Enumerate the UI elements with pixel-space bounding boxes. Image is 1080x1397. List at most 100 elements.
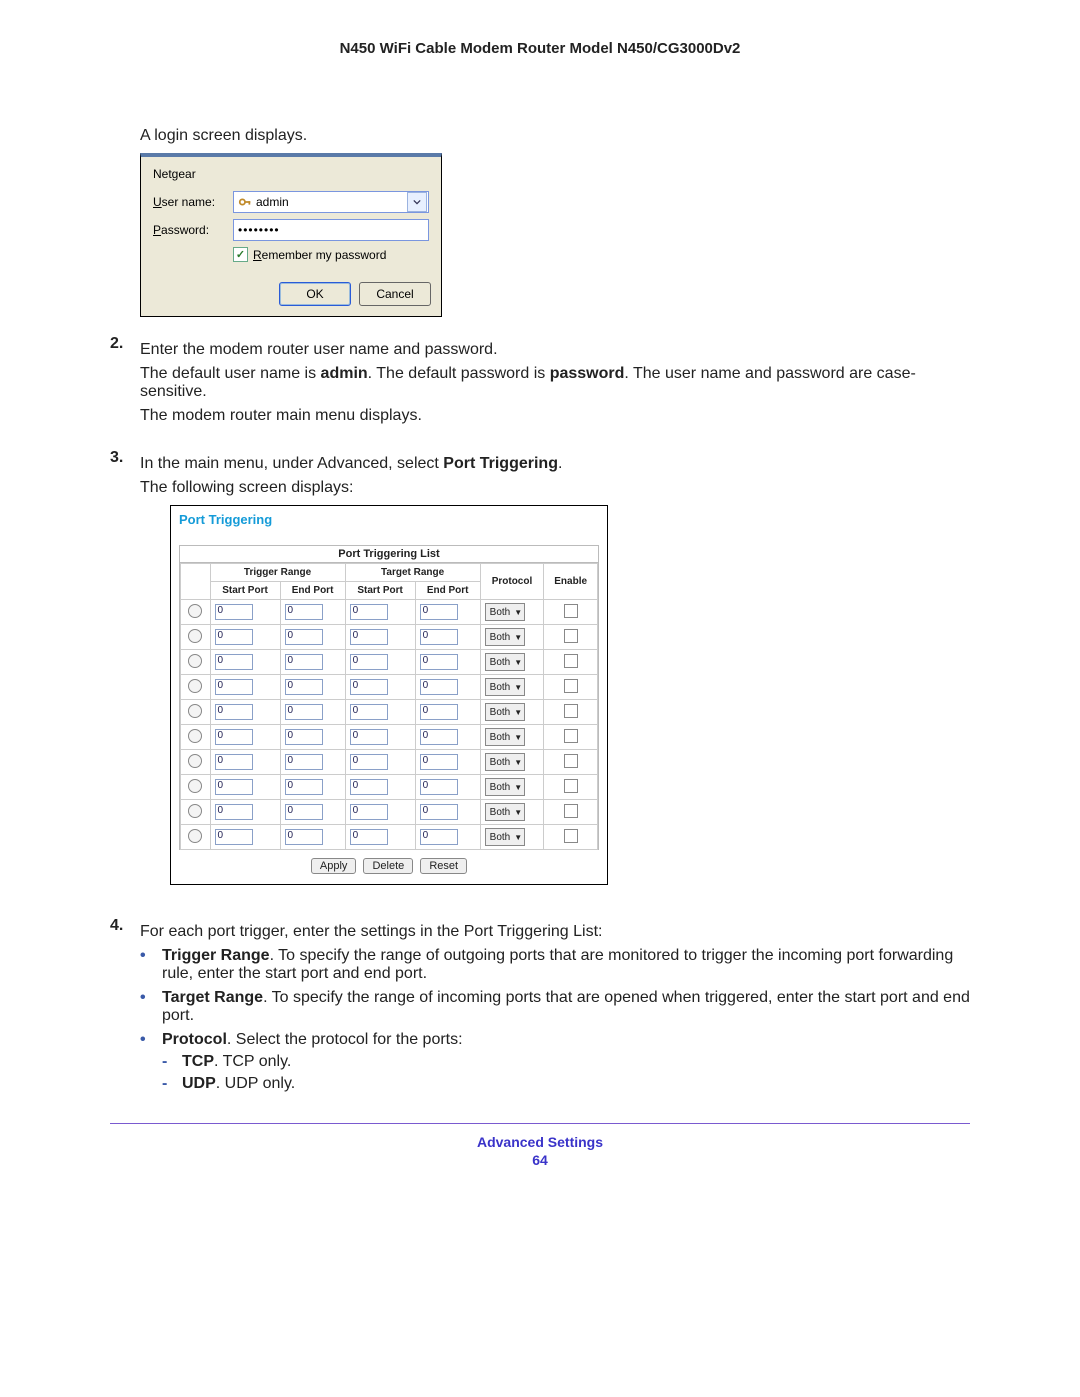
- pt-trigger-end-input[interactable]: 0: [285, 629, 323, 645]
- pt-enable-checkbox[interactable]: [564, 679, 578, 693]
- pt-delete-button[interactable]: Delete: [363, 858, 413, 874]
- pt-row: 0 0 0 0 Both▼: [181, 600, 598, 625]
- pt-target-start-input[interactable]: 0: [350, 654, 388, 670]
- pt-trigger-end-input[interactable]: 0: [285, 604, 323, 620]
- step2-line3: The modem router main menu displays.: [140, 407, 970, 425]
- username-value: admin: [256, 195, 289, 209]
- pt-row-radio[interactable]: [188, 754, 202, 768]
- ok-button[interactable]: OK: [279, 282, 351, 306]
- pt-enable-checkbox[interactable]: [564, 754, 578, 768]
- pt-target-end-input[interactable]: 0: [420, 679, 458, 695]
- step3-line2: The following screen displays:: [140, 479, 970, 497]
- pt-protocol-select[interactable]: Both▼: [485, 703, 526, 721]
- pt-reset-button[interactable]: Reset: [420, 858, 467, 874]
- pt-enable-checkbox[interactable]: [564, 829, 578, 843]
- chevron-down-icon: ▼: [514, 708, 522, 717]
- username-dropdown-icon[interactable]: [407, 192, 427, 212]
- chevron-down-icon: ▼: [514, 608, 522, 617]
- pt-target-end-input[interactable]: 0: [420, 829, 458, 845]
- dash-icon: -: [162, 1075, 182, 1093]
- pt-protocol-select[interactable]: Both▼: [485, 728, 526, 746]
- pt-row-radio[interactable]: [188, 804, 202, 818]
- pt-row-radio[interactable]: [188, 629, 202, 643]
- pt-target-end-input[interactable]: 0: [420, 629, 458, 645]
- pt-row-radio[interactable]: [188, 729, 202, 743]
- pt-trigger-start-input[interactable]: 0: [215, 679, 253, 695]
- username-input[interactable]: admin: [233, 191, 429, 213]
- pt-target-end-input[interactable]: 0: [420, 654, 458, 670]
- pt-apply-button[interactable]: Apply: [311, 858, 357, 874]
- pt-target-start-input[interactable]: 0: [350, 729, 388, 745]
- cancel-button[interactable]: Cancel: [359, 282, 431, 306]
- pt-target-end-input[interactable]: 0: [420, 779, 458, 795]
- pt-target-start-input[interactable]: 0: [350, 829, 388, 845]
- chevron-down-icon: ▼: [514, 733, 522, 742]
- pt-target-start-input[interactable]: 0: [350, 704, 388, 720]
- pt-row-radio[interactable]: [188, 779, 202, 793]
- step4-dash2: UDP. UDP only.: [182, 1075, 970, 1093]
- pt-trigger-end-input[interactable]: 0: [285, 829, 323, 845]
- pt-protocol-select[interactable]: Both▼: [485, 603, 526, 621]
- pt-target-start-input[interactable]: 0: [350, 679, 388, 695]
- pt-row: 0 0 0 0 Both▼: [181, 750, 598, 775]
- pt-enable-checkbox[interactable]: [564, 804, 578, 818]
- chevron-down-icon: ▼: [514, 808, 522, 817]
- pt-target-start-input[interactable]: 0: [350, 779, 388, 795]
- pt-enable-checkbox[interactable]: [564, 629, 578, 643]
- pt-enable-checkbox[interactable]: [564, 779, 578, 793]
- pt-row-radio[interactable]: [188, 679, 202, 693]
- login-dialog: Netgear User name: admin Passwor: [140, 153, 442, 317]
- pt-target-start-input[interactable]: 0: [350, 754, 388, 770]
- pt-protocol-select[interactable]: Both▼: [485, 653, 526, 671]
- pt-protocol-select[interactable]: Both▼: [485, 753, 526, 771]
- pt-trigger-start-input[interactable]: 0: [215, 829, 253, 845]
- pt-trigger-start-input[interactable]: 0: [215, 779, 253, 795]
- step3-line1: In the main menu, under Advanced, select…: [140, 455, 970, 473]
- pt-row-radio[interactable]: [188, 604, 202, 618]
- pt-target-end-input[interactable]: 0: [420, 804, 458, 820]
- pt-protocol-select[interactable]: Both▼: [485, 803, 526, 821]
- pt-target-start-input[interactable]: 0: [350, 804, 388, 820]
- pt-target-start-input[interactable]: 0: [350, 629, 388, 645]
- pt-trigger-end-input[interactable]: 0: [285, 729, 323, 745]
- bullet-icon: •: [140, 1031, 162, 1049]
- pt-protocol-select[interactable]: Both▼: [485, 678, 526, 696]
- pt-target-end-input[interactable]: 0: [420, 704, 458, 720]
- pt-trigger-end-input[interactable]: 0: [285, 754, 323, 770]
- pt-trigger-start-input[interactable]: 0: [215, 704, 253, 720]
- pt-target-start-input[interactable]: 0: [350, 604, 388, 620]
- pt-protocol-select[interactable]: Both▼: [485, 778, 526, 796]
- pt-trigger-end-input[interactable]: 0: [285, 654, 323, 670]
- pt-protocol-select[interactable]: Both▼: [485, 828, 526, 846]
- pt-enable-checkbox[interactable]: [564, 704, 578, 718]
- pt-trigger-start-input[interactable]: 0: [215, 604, 253, 620]
- pt-protocol-select[interactable]: Both▼: [485, 628, 526, 646]
- pt-trigger-start-input[interactable]: 0: [215, 654, 253, 670]
- pt-trigger-end-input[interactable]: 0: [285, 679, 323, 695]
- pt-enable-checkbox[interactable]: [564, 604, 578, 618]
- pt-trigger-start-input[interactable]: 0: [215, 629, 253, 645]
- step4-dash1: TCP. TCP only.: [182, 1053, 970, 1071]
- step4-line1: For each port trigger, enter the setting…: [140, 923, 970, 941]
- pt-target-end-input[interactable]: 0: [420, 729, 458, 745]
- pt-target-end-input[interactable]: 0: [420, 754, 458, 770]
- pt-trigger-end-input[interactable]: 0: [285, 804, 323, 820]
- pt-trigger-start-input[interactable]: 0: [215, 804, 253, 820]
- pt-row-radio[interactable]: [188, 829, 202, 843]
- remember-checkbox[interactable]: ✓: [233, 247, 248, 262]
- pt-target-end-input[interactable]: 0: [420, 604, 458, 620]
- pt-trigger-end-input[interactable]: 0: [285, 704, 323, 720]
- remember-label: Remember my password: [253, 248, 386, 262]
- pt-trigger-end-input[interactable]: 0: [285, 779, 323, 795]
- pt-row-radio[interactable]: [188, 704, 202, 718]
- step4-number: 4.: [110, 917, 140, 1093]
- password-value: ••••••••: [238, 223, 280, 237]
- pt-trigger-start-input[interactable]: 0: [215, 729, 253, 745]
- pt-enable-checkbox[interactable]: [564, 729, 578, 743]
- page-header: N450 WiFi Cable Modem Router Model N450/…: [110, 40, 970, 57]
- pt-trigger-start-input[interactable]: 0: [215, 754, 253, 770]
- pt-enable-checkbox[interactable]: [564, 654, 578, 668]
- username-label: User name:: [153, 195, 233, 209]
- pt-row-radio[interactable]: [188, 654, 202, 668]
- password-input[interactable]: ••••••••: [233, 219, 429, 241]
